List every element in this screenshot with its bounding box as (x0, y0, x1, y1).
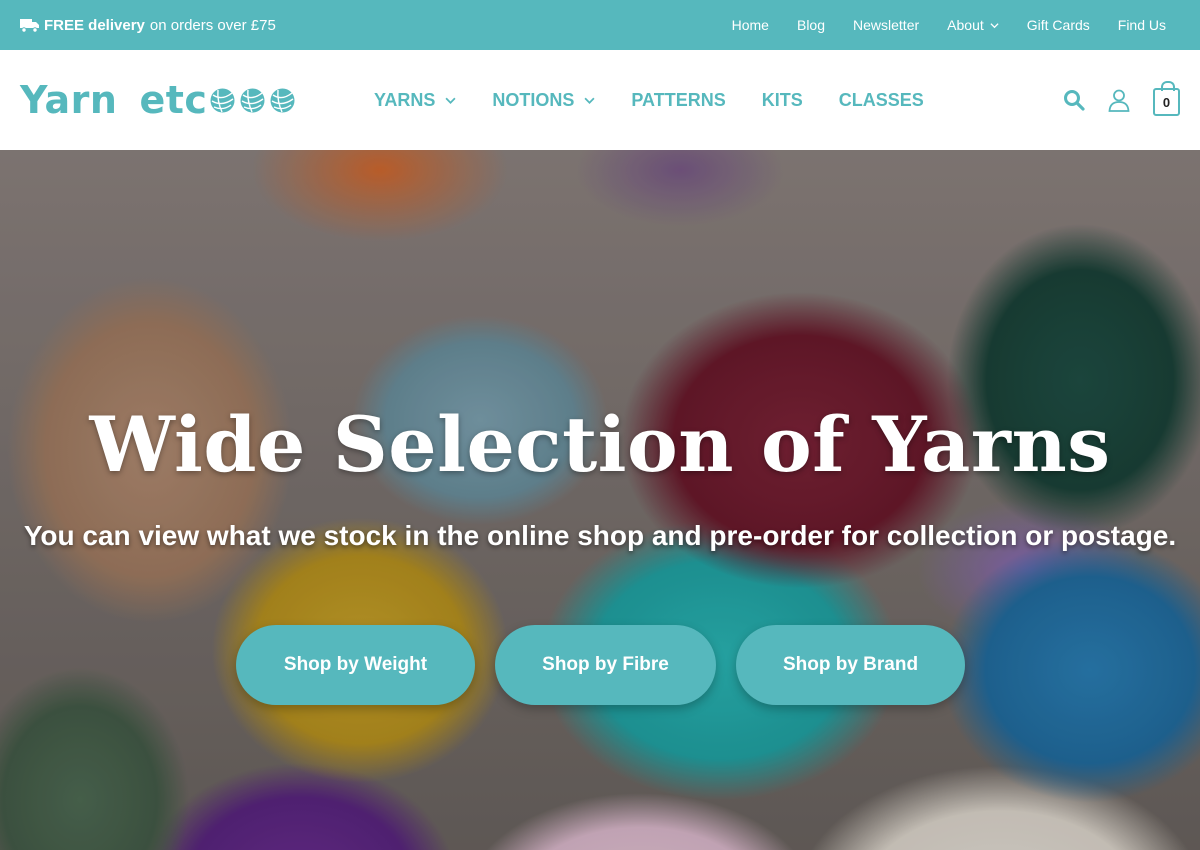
hero-banner: Wide Selection of Yarns You can view wha… (0, 150, 1200, 850)
promo-text: on orders over £75 (149, 16, 276, 34)
shop-by-brand-button[interactable]: Shop by Brand (736, 625, 965, 705)
chevron-down-icon (584, 97, 595, 104)
truck-icon (20, 19, 39, 33)
account-button[interactable] (1107, 88, 1131, 112)
search-button[interactable] (1063, 89, 1085, 111)
yarn-ball-icon (210, 88, 235, 112)
top-nav-home[interactable]: Home (732, 17, 769, 33)
top-nav-about-label: About (947, 17, 984, 33)
logo-word-yarn: Yarn (20, 78, 118, 122)
search-icon (1064, 90, 1085, 111)
site-logo[interactable]: Yarn etc (20, 78, 296, 122)
hero-buttons: Shop by Weight Shop by Fibre Shop by Bra… (236, 625, 965, 705)
top-nav: Home Blog Newsletter About Gift Cards Fi… (704, 17, 1180, 33)
yarn-ball-icon (270, 88, 295, 112)
user-icon (1108, 89, 1130, 112)
delivery-promo: FREE delivery on orders over £75 (20, 17, 276, 34)
cart-button[interactable]: 0 (1153, 81, 1180, 116)
chevron-down-icon (445, 97, 456, 104)
shop-by-weight-button[interactable]: Shop by Weight (236, 625, 475, 705)
nav-classes[interactable]: CLASSES (839, 90, 924, 111)
nav-notions-label: NOTIONS (492, 89, 575, 110)
logo-yarn-balls (209, 87, 296, 114)
logo-word-etc: etc (139, 78, 208, 122)
nav-yarns[interactable]: YARNS (374, 90, 456, 111)
chevron-down-icon (990, 22, 999, 28)
yarn-ball-icon (240, 88, 265, 112)
nav-yarns-label: YARNS (374, 89, 436, 110)
nav-patterns[interactable]: PATTERNS (631, 90, 725, 111)
header-icons: 0 (1063, 50, 1180, 150)
top-nav-blog[interactable]: Blog (797, 17, 825, 33)
nav-kits[interactable]: KITS (762, 90, 803, 111)
promo-bold-text: FREE delivery (44, 16, 145, 34)
hero-subtitle: You can view what we stock in the online… (23, 520, 1177, 551)
top-nav-about[interactable]: About (947, 17, 999, 33)
cart-count: 0 (1162, 94, 1171, 110)
top-nav-find-us[interactable]: Find Us (1118, 17, 1166, 33)
nav-notions[interactable]: NOTIONS (492, 90, 595, 111)
hero-title: Wide Selection of Yarns (89, 400, 1111, 489)
main-nav: YARNS NOTIONS PATTERNS KITS CLASSES (374, 50, 960, 150)
shop-by-fibre-button[interactable]: Shop by Fibre (495, 625, 716, 705)
hero-background-yarn-image (0, 150, 1200, 850)
top-nav-gift-cards[interactable]: Gift Cards (1027, 17, 1090, 33)
top-bar: FREE delivery on orders over £75 Home Bl… (0, 0, 1200, 50)
site-header: Yarn etc YARNS NOTIONS PATTERNS KITS CLA… (0, 50, 1200, 150)
top-nav-newsletter[interactable]: Newsletter (853, 17, 919, 33)
